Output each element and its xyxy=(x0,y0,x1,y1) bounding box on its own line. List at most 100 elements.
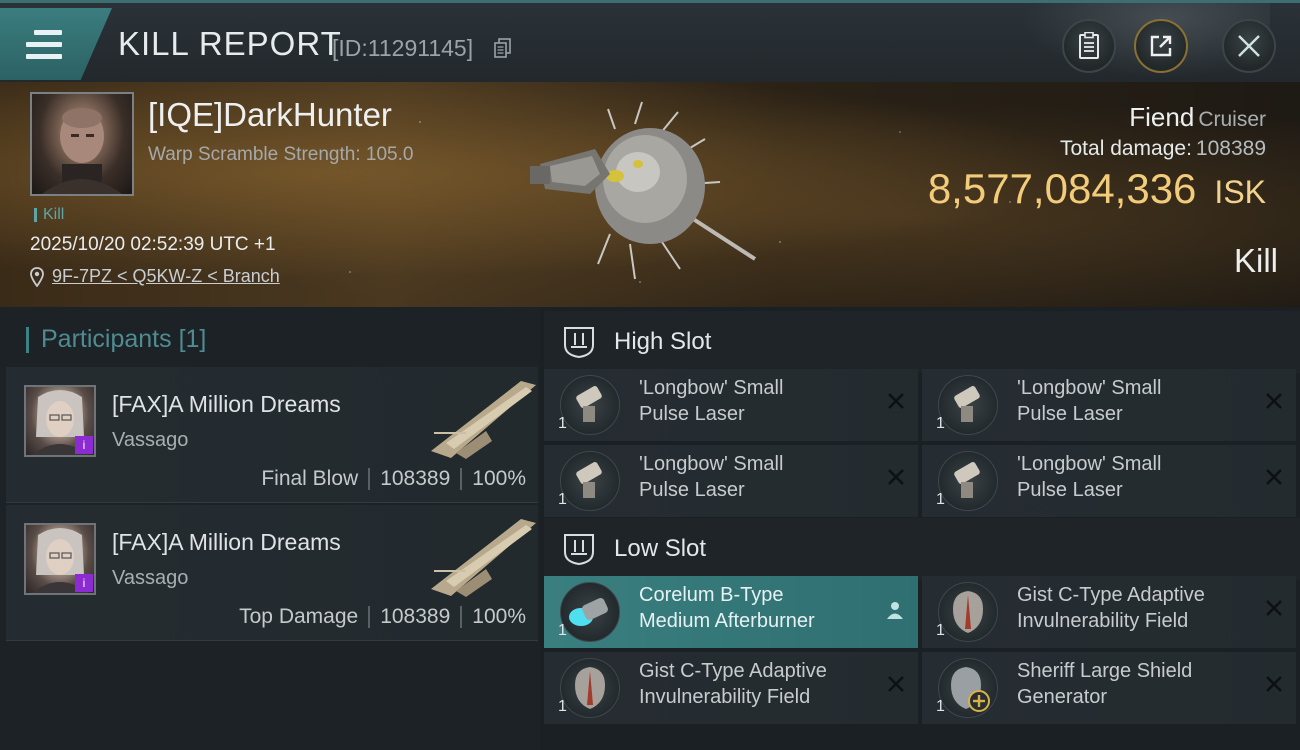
low-slot-icon xyxy=(564,534,594,566)
participant-role: Final Blow xyxy=(261,467,359,490)
module-name-line: Invulnerability Field xyxy=(639,686,811,708)
person-icon xyxy=(887,602,903,619)
module-name-line: 'Longbow' Small xyxy=(1017,453,1162,475)
participant-ship: Vassago xyxy=(112,567,189,589)
victim-avatar[interactable] xyxy=(30,92,134,196)
report-id: [ID:11291145] xyxy=(332,35,474,61)
module-name: Sheriff Large Shield Generator xyxy=(1017,658,1247,710)
module-name-line: Pulse Laser xyxy=(639,479,745,501)
module-name-line: Generator xyxy=(1017,686,1108,708)
afterburner-icon xyxy=(560,582,620,642)
destroyed-x-icon xyxy=(888,393,904,409)
participant-name[interactable]: [FAX]A Million Dreams xyxy=(112,529,341,556)
location-pin-icon xyxy=(30,266,44,287)
destroyed-x-icon xyxy=(1266,600,1282,616)
victim-ship-image xyxy=(530,101,757,280)
module-name-line: 'Longbow' Small xyxy=(639,377,784,399)
ship-class-badge-icon: i xyxy=(75,574,93,592)
participants-title: Participants xyxy=(41,325,172,353)
module-slot[interactable]: 1 Gist C-Type Adaptive Invulnerability F… xyxy=(544,652,918,724)
copy-icon[interactable] xyxy=(494,38,512,58)
divider xyxy=(460,606,463,628)
isk-value: 8,577,084,336 ISK xyxy=(928,165,1266,213)
participant-damage: 108389 xyxy=(380,605,451,628)
clipboard-button[interactable] xyxy=(1062,19,1116,73)
participant-ship-image xyxy=(431,381,536,459)
module-quantity: 1 xyxy=(936,415,945,432)
destroyed-x-icon xyxy=(1266,469,1282,485)
module-name: Gist C-Type Adaptive Invulnerability Fie… xyxy=(639,658,869,710)
shield-field-icon xyxy=(938,582,998,642)
participant-avatar[interactable]: i xyxy=(24,385,96,457)
isk-unit: ISK xyxy=(1214,174,1266,210)
participant-ship-image xyxy=(431,519,536,597)
participant-stats: Final Blow 108389 100% xyxy=(261,467,526,491)
participant-role: Top Damage xyxy=(239,605,359,628)
module-quantity: 1 xyxy=(558,491,567,508)
kill-datetime: 2025/10/20 02:52:39 UTC +1 xyxy=(30,234,276,255)
participant-row[interactable]: i [FAX]A Million Dreams Vassago Final Bl… xyxy=(6,367,538,503)
location-link[interactable]: 9F-7PZ < Q5KW-Z < Branch xyxy=(52,266,280,287)
module-name-line: Gist C-Type Adaptive xyxy=(639,660,827,682)
warp-scramble-strength: Warp Scramble Strength: 105.0 xyxy=(148,144,414,165)
ship-class-badge-icon: i xyxy=(75,436,93,454)
participant-stats: Top Damage 108389 100% xyxy=(239,605,526,629)
module-name: 'Longbow' Small Pulse Laser xyxy=(1017,375,1247,427)
participant-percent: 100% xyxy=(472,605,526,628)
participant-name[interactable]: [FAX]A Million Dreams xyxy=(112,391,341,418)
participant-avatar[interactable]: i xyxy=(24,523,96,595)
close-icon xyxy=(1238,35,1260,57)
close-button[interactable] xyxy=(1222,19,1276,73)
victim-name[interactable]: [IQE]DarkHunter xyxy=(148,96,392,134)
module-name-line: Corelum B-Type xyxy=(639,584,784,606)
module-name-line: Pulse Laser xyxy=(639,403,745,425)
share-button[interactable] xyxy=(1134,19,1188,73)
module-slot[interactable]: 1 'Longbow' Small Pulse Laser xyxy=(544,369,918,441)
hamburger-icon xyxy=(26,30,62,60)
clipboard-icon xyxy=(1079,32,1099,59)
victim-ship-name[interactable]: Fiend xyxy=(1129,102,1194,132)
low-slot-header: Low Slot xyxy=(544,518,1300,580)
header-bar: KILL REPORT [ID:11291145] xyxy=(0,0,1300,83)
total-damage-value: 108389 xyxy=(1195,137,1266,160)
module-quantity: 1 xyxy=(936,698,945,715)
destroyed-x-icon xyxy=(1266,676,1282,692)
high-slot-icon xyxy=(564,327,594,359)
module-quantity: 1 xyxy=(936,622,945,639)
total-damage: Total damage: 108389 xyxy=(928,137,1266,161)
module-slot[interactable]: 1 Corelum B-Type Medium Afterburner xyxy=(544,576,918,648)
participant-damage: 108389 xyxy=(380,467,451,490)
module-name-line: Gist C-Type Adaptive xyxy=(1017,584,1205,606)
portrait-icon xyxy=(42,108,122,194)
module-slot[interactable]: 1 'Longbow' Small Pulse Laser xyxy=(922,445,1296,517)
module-name-line: Medium Afterburner xyxy=(639,610,815,632)
module-quantity: 1 xyxy=(558,622,567,639)
menu-button[interactable] xyxy=(0,8,112,80)
participant-row[interactable]: i [FAX]A Million Dreams Vassago Top Dama… xyxy=(6,505,538,641)
module-name: 'Longbow' Small Pulse Laser xyxy=(1017,451,1247,503)
module-name-line: Pulse Laser xyxy=(1017,403,1123,425)
shield-field-icon xyxy=(560,658,620,718)
victim-ship-class: Cruiser xyxy=(1198,108,1266,131)
module-quantity: 1 xyxy=(936,491,945,508)
laser-icon xyxy=(560,451,620,511)
victim-banner: [IQE]DarkHunter Warp Scramble Strength: … xyxy=(0,82,1300,307)
module-slot[interactable]: 1 Gist C-Type Adaptive Invulnerability F… xyxy=(922,576,1296,648)
module-name: 'Longbow' Small Pulse Laser xyxy=(639,375,869,427)
participants-count: [1] xyxy=(178,325,207,353)
participants-panel: Participants [1] i [FAX]A Million Dreams… xyxy=(0,307,540,750)
tag-bar xyxy=(34,208,37,222)
module-name-line: Invulnerability Field xyxy=(1017,610,1189,632)
low-slot-title: Low Slot xyxy=(614,535,707,562)
participant-ship: Vassago xyxy=(112,429,189,451)
page-title: KILL REPORT xyxy=(118,25,342,62)
destroyed-x-icon xyxy=(1266,393,1282,409)
kill-location[interactable]: 9F-7PZ < Q5KW-Z < Branch xyxy=(30,266,280,287)
module-slot[interactable]: 1 'Longbow' Small Pulse Laser xyxy=(922,369,1296,441)
kill-tag: Kill xyxy=(34,206,64,224)
module-name-line: Pulse Laser xyxy=(1017,479,1123,501)
module-slot[interactable]: 1 'Longbow' Small Pulse Laser xyxy=(544,445,918,517)
laser-icon xyxy=(938,375,998,435)
high-slot-header: High Slot xyxy=(544,311,1300,373)
module-slot[interactable]: 1 Sheriff Large Shield Generator xyxy=(922,652,1296,724)
